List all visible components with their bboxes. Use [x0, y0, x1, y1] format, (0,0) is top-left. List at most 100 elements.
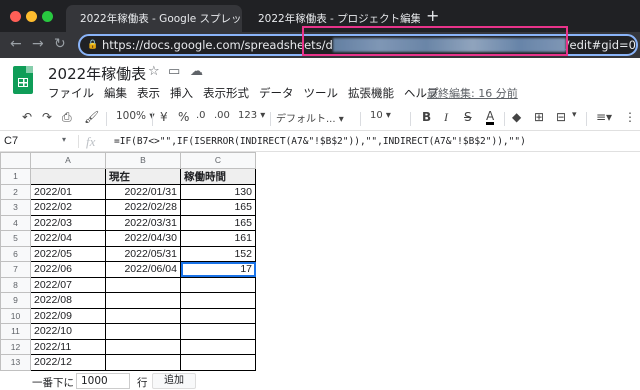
cell-b[interactable]: 現在 — [105, 167, 181, 185]
reload-icon[interactable]: ↻ — [54, 36, 66, 52]
sheets-logo-icon[interactable] — [13, 66, 33, 94]
row-header[interactable]: 11 — [0, 323, 31, 340]
row-header[interactable]: 5 — [0, 230, 31, 247]
row-header[interactable]: 8 — [0, 276, 31, 293]
menu-file[interactable]: ファイル — [48, 85, 94, 101]
strikethrough-button[interactable]: S — [464, 110, 472, 124]
zoom-select[interactable]: 100% ▾ — [116, 110, 155, 122]
cell-c[interactable]: 17 — [180, 261, 256, 278]
font-family-select[interactable]: デフォルト... ▾ — [276, 110, 344, 125]
decrease-decimal-button[interactable]: .0 — [196, 110, 206, 121]
document-title[interactable]: 2022年稼働表 — [48, 63, 146, 84]
minimize-window-button[interactable] — [26, 11, 37, 22]
menu-format[interactable]: 表示形式 — [203, 85, 249, 101]
borders-icon[interactable]: ⊞ — [534, 110, 544, 124]
cell-b[interactable]: 2022/06/04 — [105, 261, 181, 278]
print-icon[interactable]: ⎙ — [62, 110, 72, 125]
column-header-a[interactable]: A — [30, 152, 106, 169]
row-header[interactable]: 9 — [0, 292, 31, 309]
move-folder-icon[interactable]: ▭ — [168, 64, 180, 79]
cell-a[interactable]: 2022/04 — [30, 230, 106, 247]
maximize-window-button[interactable] — [42, 11, 53, 22]
name-box-dropdown-icon[interactable]: ▾ — [62, 135, 66, 144]
menu-tools[interactable]: ツール — [304, 85, 339, 101]
add-rows-button[interactable]: 追加 — [152, 373, 196, 389]
row-header[interactable]: 6 — [0, 245, 31, 262]
cell-b[interactable]: 2022/05/31 — [105, 245, 181, 262]
column-header-c[interactable]: C — [180, 152, 256, 169]
text-color-button[interactable]: A — [486, 110, 495, 125]
fill-color-icon[interactable]: ◆ — [512, 110, 521, 124]
paint-format-icon[interactable]: 🖌 — [84, 110, 99, 124]
cell-a[interactable]: 2022/05 — [30, 245, 106, 262]
merge-cells-icon[interactable]: ⊟ — [556, 110, 566, 124]
last-edit-link[interactable]: 最終編集: 16 分前 — [427, 85, 518, 101]
cell-b[interactable] — [105, 276, 181, 293]
row-header[interactable]: 3 — [0, 199, 31, 216]
cell-a[interactable]: 2022/12 — [30, 354, 106, 371]
row-header[interactable]: 7 — [0, 261, 31, 278]
name-box[interactable]: C7 — [4, 135, 18, 147]
cell-b[interactable]: 2022/02/28 — [105, 199, 181, 216]
undo-icon[interactable]: ↶ — [22, 110, 32, 124]
star-icon[interactable]: ☆ — [148, 64, 160, 79]
menu-insert[interactable]: 挿入 — [170, 85, 193, 101]
cell-a[interactable]: 2022/07 — [30, 276, 106, 293]
cell-a[interactable]: 2022/06 — [30, 261, 106, 278]
percent-format-button[interactable]: % — [178, 110, 189, 124]
cell-a[interactable]: 2022/11 — [30, 338, 106, 355]
browser-tab-sheets[interactable]: 2022年稼働表 - Google スプレッ ✕ — [66, 5, 242, 32]
row-header[interactable]: 12 — [0, 338, 31, 355]
row-header[interactable]: 2 — [0, 183, 31, 200]
cell-c[interactable]: 165 — [180, 199, 256, 216]
cell-a[interactable] — [30, 167, 106, 185]
cell-c[interactable]: 152 — [180, 245, 256, 262]
bold-button[interactable]: B — [422, 110, 431, 124]
formula-input[interactable]: =IF(B7<>"",IF(ISERROR(INDIRECT(A7&"!$B$2… — [114, 136, 526, 147]
menu-data[interactable]: データ — [259, 85, 294, 101]
cell-c[interactable] — [180, 276, 256, 293]
new-tab-button[interactable]: + — [426, 6, 439, 25]
cell-b[interactable] — [105, 307, 181, 324]
cell-c[interactable]: 161 — [180, 230, 256, 247]
font-size-select[interactable]: 10 ▾ — [370, 110, 391, 121]
close-window-button[interactable] — [10, 11, 21, 22]
cell-a[interactable]: 2022/03 — [30, 214, 106, 231]
cell-a[interactable]: 2022/09 — [30, 307, 106, 324]
column-header-b[interactable]: B — [105, 152, 181, 169]
cell-b[interactable]: 2022/03/31 — [105, 214, 181, 231]
cell-b[interactable] — [105, 292, 181, 309]
italic-button[interactable]: I — [444, 110, 448, 125]
row-header[interactable]: 1 — [0, 167, 31, 185]
cell-c[interactable] — [180, 354, 256, 371]
more-toolbar-icon[interactable]: ⋮ — [624, 110, 636, 124]
currency-format-button[interactable]: ¥ — [160, 110, 168, 124]
cell-a[interactable]: 2022/08 — [30, 292, 106, 309]
cell-b[interactable] — [105, 323, 181, 340]
number-format-select[interactable]: 123 ▾ — [238, 110, 265, 121]
cell-c[interactable] — [180, 307, 256, 324]
rows-count-input[interactable]: 1000 — [76, 373, 130, 389]
back-arrow-icon[interactable]: ← — [10, 36, 22, 52]
cell-c[interactable] — [180, 292, 256, 309]
cell-b[interactable]: 2022/04/30 — [105, 230, 181, 247]
cloud-status-icon[interactable]: ☁ — [190, 64, 203, 79]
grid-corner[interactable] — [0, 152, 31, 169]
row-header[interactable]: 10 — [0, 307, 31, 324]
cell-c[interactable]: 130 — [180, 183, 256, 200]
cell-c[interactable]: 稼働時間 — [180, 167, 256, 185]
cell-c[interactable]: 165 — [180, 214, 256, 231]
forward-arrow-icon[interactable]: → — [32, 36, 44, 52]
horizontal-align-icon[interactable]: ≡▾ — [596, 110, 612, 124]
cell-a[interactable]: 2022/02 — [30, 199, 106, 216]
cell-a[interactable]: 2022/10 — [30, 323, 106, 340]
cell-a[interactable]: 2022/01 — [30, 183, 106, 200]
redo-icon[interactable]: ↷ — [42, 110, 52, 124]
row-header[interactable]: 4 — [0, 214, 31, 231]
increase-decimal-button[interactable]: .00 — [214, 110, 230, 121]
menu-view[interactable]: 表示 — [137, 85, 160, 101]
menu-extensions[interactable]: 拡張機能 — [348, 85, 394, 101]
row-header[interactable]: 13 — [0, 354, 31, 371]
cell-b[interactable]: 2022/01/31 — [105, 183, 181, 200]
cell-c[interactable] — [180, 323, 256, 340]
